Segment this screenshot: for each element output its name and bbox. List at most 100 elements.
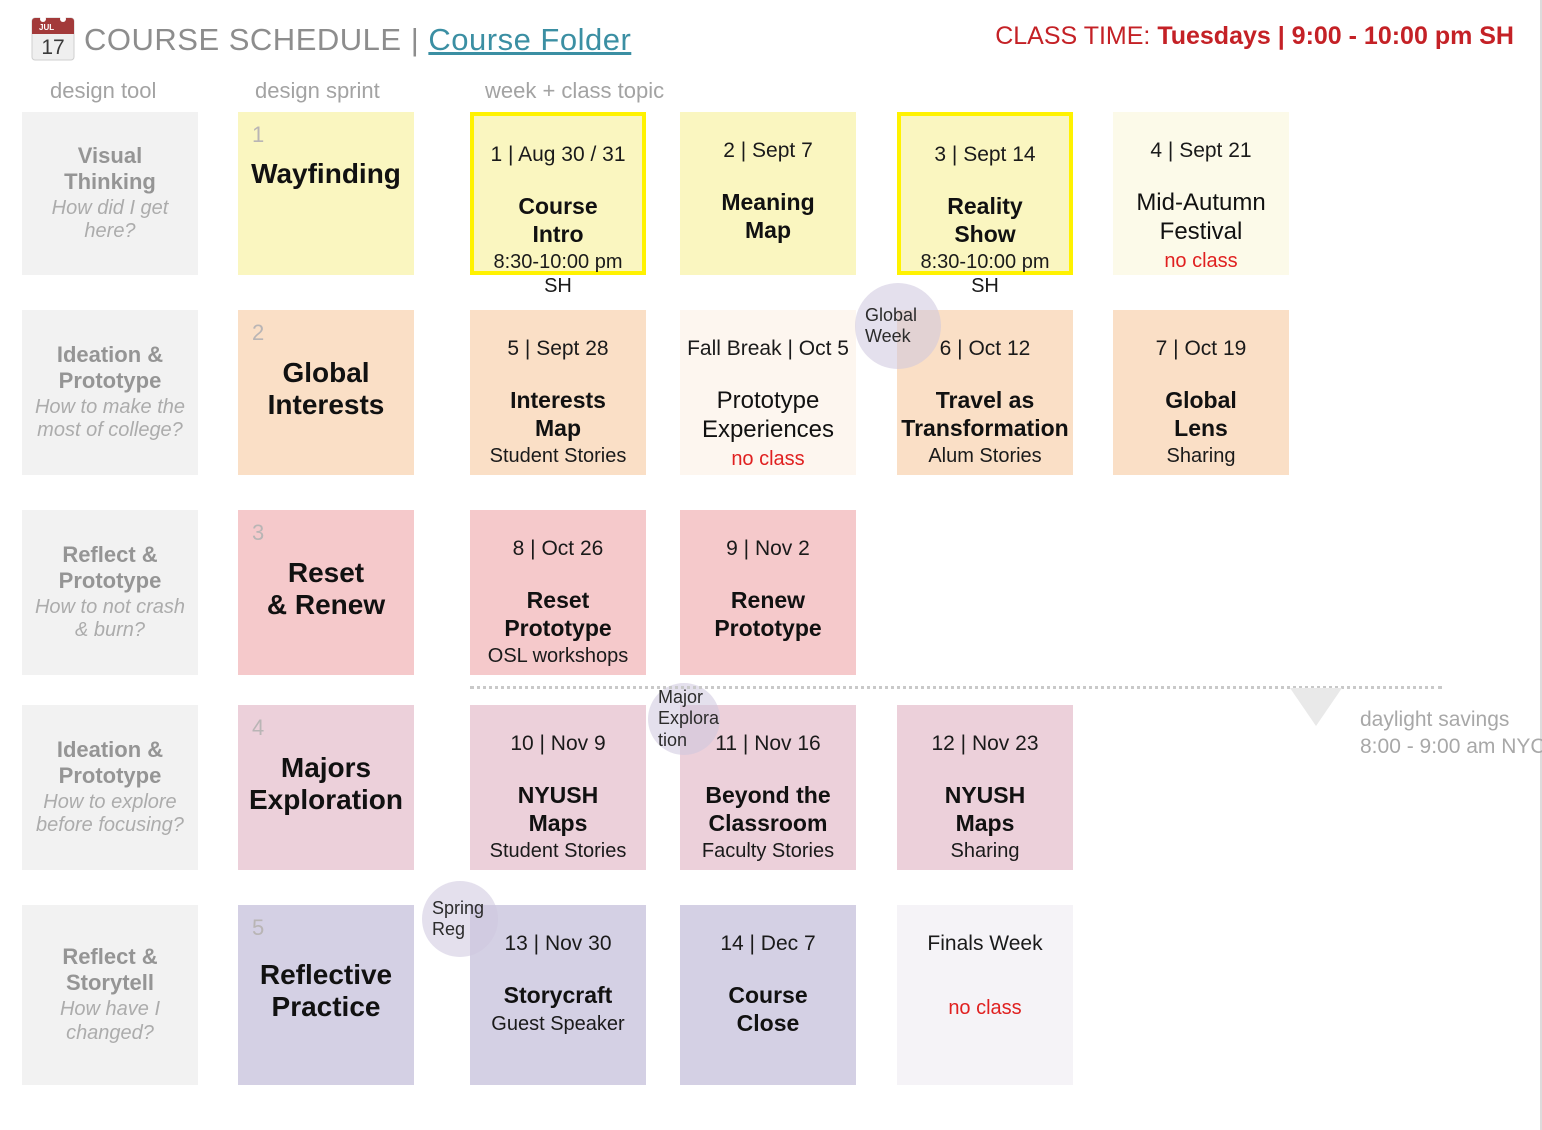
sprint-title: Global Interests [267, 356, 385, 420]
design-sprint-card[interactable]: 2 Global Interests [238, 310, 414, 475]
week-card[interactable]: Fall Break | Oct 5 Prototype Experiences no… [680, 310, 856, 475]
week-subtitle: OSL workshops [487, 645, 629, 668]
column-header-design-sprint: design sprint [255, 78, 380, 103]
week-card[interactable]: Finals Week no class [897, 905, 1073, 1085]
week-subtitle: Alum Stories [928, 445, 1042, 468]
design-tool-card: Reflect & Prototype How to not crash & bur… [22, 510, 198, 675]
week-date: 11 | Nov 16 [715, 732, 821, 755]
week-no-class-label: no class [948, 997, 1022, 1020]
week-card[interactable]: 10 | Nov 9 NYUSH Maps Student Stories [470, 705, 646, 870]
week-date: 10 | Nov 9 [510, 732, 606, 755]
sprint-number: 1 [252, 122, 265, 147]
design-tool-title: Reflect & Prototype [58, 541, 162, 593]
design-tool-card: Ideation & Prototype How to explore before… [22, 705, 198, 870]
week-topic: Storycraft [503, 982, 613, 1009]
week-card[interactable]: 9 | Nov 2 Renew Prototype [680, 510, 856, 675]
week-date: 14 | Dec 7 [720, 932, 816, 955]
week-topic: NYUSH Maps [944, 782, 1026, 836]
page-header: JUL 17 COURSE SCHEDULE | Course Folder C… [0, 0, 1542, 72]
week-date: 4 | Sept 21 [1150, 139, 1252, 162]
class-time-banner: CLASS TIME: Tuesdays | 9:00 - 10:00 pm S… [995, 22, 1514, 51]
week-card[interactable]: 12 | Nov 23 NYUSH Maps Sharing [897, 705, 1073, 870]
title-separator: | [410, 22, 420, 57]
week-card[interactable]: 14 | Dec 7 Course Close [680, 905, 856, 1085]
daylight-savings-marker-icon [1290, 688, 1342, 726]
sprint-title: Reflective Practice [259, 959, 393, 1023]
week-topic: Reset Prototype [504, 587, 612, 641]
daylight-savings-line1: daylight savings [1360, 708, 1510, 731]
week-date: 9 | Nov 2 [726, 537, 810, 560]
design-sprint-card[interactable]: 1 Wayfinding [238, 112, 414, 275]
week-topic: Reality Show [947, 193, 1023, 247]
badge-line: Spring [432, 897, 485, 918]
week-card[interactable]: 8 | Oct 26 Reset Prototype OSL workshops [470, 510, 646, 675]
week-card[interactable]: 13 | Nov 30 Storycraft Guest Speaker [470, 905, 646, 1085]
week-date: 5 | Sept 28 [507, 337, 609, 360]
week-subtitle: Sharing [1166, 445, 1236, 468]
spring-reg-badge: Spring Reg [422, 881, 498, 957]
sprint-number: 4 [252, 715, 265, 740]
week-topic: Course Close [728, 982, 808, 1036]
design-sprint-card[interactable]: 4 Majors Exploration [238, 705, 414, 870]
design-tool-title: Ideation & Prototype [56, 736, 164, 788]
week-date: 3 | Sept 14 [934, 143, 1036, 166]
design-tool-question: How have Ichanged? [59, 998, 161, 1044]
sprint-number: 5 [252, 915, 265, 940]
design-tool-question: How did I get here? [51, 196, 169, 243]
design-tool-title: Reflect & Storytell [62, 944, 158, 996]
week-topic: Prototype Experiences [701, 387, 835, 443]
week-subtitle: Guest Speaker [491, 1012, 625, 1035]
design-sprint-card[interactable]: 5 Reflective Practice [238, 905, 414, 1085]
week-topic: Renew Prototype [714, 587, 822, 641]
daylight-savings-note: daylight savings 8:00 - 9:00 am NYC [1360, 707, 1542, 761]
global-week-badge: Global Week [855, 283, 941, 369]
week-topic: Beyond the Classroom [705, 782, 831, 836]
design-tool-card: Reflect & Storytell How have Ichanged? [22, 905, 198, 1085]
week-date: 1 | Aug 30 / 31 [490, 143, 626, 166]
sprint-title: Wayfinding [251, 157, 401, 189]
week-card[interactable]: 3 | Sept 14 Reality Show 8:30-10:00 pm SH [897, 112, 1073, 297]
badge-line: Reg [432, 919, 466, 939]
week-no-class-label: no class [1164, 249, 1238, 272]
design-tool-title: Ideation & Prototype [56, 341, 164, 393]
column-header-design-tool: design tool [50, 78, 157, 103]
week-topic: NYUSH Maps [517, 782, 599, 836]
class-time-value: Tuesdays | 9:00 - 10:00 pm SH [1157, 22, 1514, 50]
week-date: 7 | Oct 19 [1155, 337, 1247, 360]
sprint-title: Reset & Renew [266, 556, 386, 620]
week-subtitle: Student Stories [489, 445, 627, 468]
design-tool-question: How to explore before focusing? [36, 790, 184, 837]
design-tool-question: How to not crash & burn? [34, 595, 186, 642]
design-tool-card: Ideation & Prototype How to make the most … [22, 310, 198, 475]
week-date: 8 | Oct 26 [512, 537, 604, 560]
page-title: COURSE SCHEDULE | Course Folder [84, 22, 631, 58]
design-tool-card: Visual Thinking How did I get here? [22, 112, 198, 275]
column-header-week-topic: week + class topic [485, 78, 665, 103]
week-topic: Interests Map [510, 387, 606, 441]
design-tool-title: Visual Thinking [64, 142, 156, 194]
badge-line: Week [865, 326, 911, 346]
week-topic: Mid-Autumn Festival [1136, 189, 1266, 245]
design-sprint-card[interactable]: 3 Reset & Renew [238, 510, 414, 675]
week-subtitle: Faculty Stories [701, 840, 835, 863]
week-card[interactable]: 4 | Sept 21 Mid-Autumn Festival no class [1113, 112, 1289, 275]
calendar-icon: JUL 17 [28, 14, 80, 64]
week-card[interactable]: 2 | Sept 7 Meaning Map [680, 112, 856, 275]
sprint-title: Majors Exploration [248, 751, 403, 815]
week-card[interactable]: 1 | Aug 30 / 31 Course Intro 8:30-10:00 pm … [470, 112, 646, 297]
week-date: Finals Week [927, 932, 1043, 955]
page-title-text: COURSE SCHEDULE [84, 22, 402, 57]
daylight-savings-line2: 8:00 - 9:00 am NYC [1360, 734, 1542, 758]
week-card[interactable]: 5 | Sept 28 Interests Map Student Stories [470, 310, 646, 475]
week-topic: Travel as Transformation [901, 387, 1069, 441]
week-card[interactable]: 7 | Oct 19 Global Lens Sharing [1113, 310, 1289, 475]
week-date: 2 | Sept 7 [723, 139, 813, 162]
week-topic: Global Lens [1165, 387, 1237, 441]
major-exploration-badge: Major Explora tion [648, 683, 720, 755]
week-subtitle: 8:30-10:00 pm SH [493, 251, 623, 298]
class-time-label: CLASS TIME: [995, 22, 1151, 50]
badge-line: Global [865, 304, 918, 325]
week-subtitle: 8:30-10:00 pm SH [920, 251, 1050, 298]
week-topic: Meaning Map [721, 189, 815, 243]
course-folder-link[interactable]: Course Folder [428, 22, 631, 57]
